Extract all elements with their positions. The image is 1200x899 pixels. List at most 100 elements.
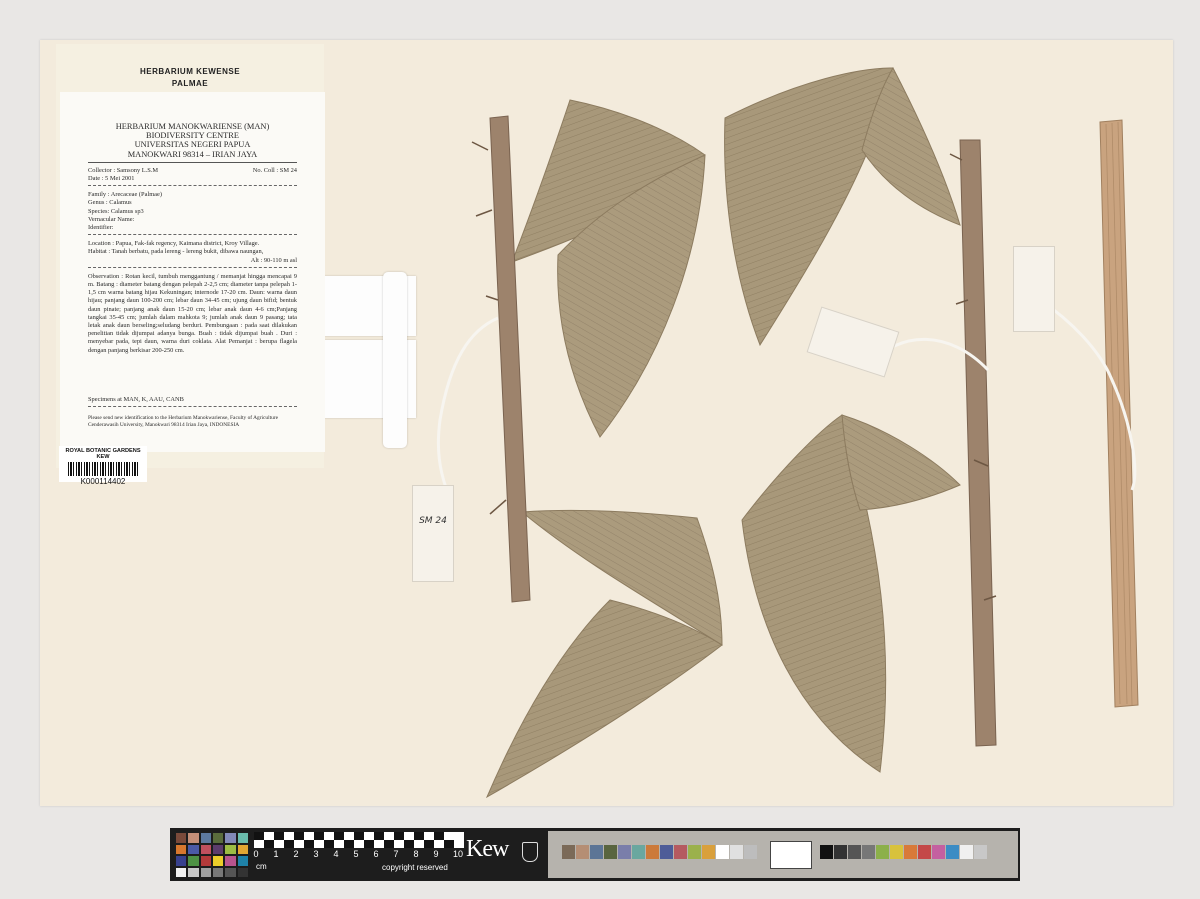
leaf-lower-left-blade [485, 599, 723, 799]
collection-number: No. Coll : SM 24 [252, 166, 297, 174]
gray-step-row [820, 845, 988, 859]
color-patch [876, 845, 889, 859]
color-chip [200, 867, 211, 877]
color-patch [932, 845, 945, 859]
specimens-at: Specimens at MAN, K, AAU, CANB [88, 395, 184, 403]
color-patch [946, 845, 959, 859]
ruler-number: 6 [373, 849, 379, 859]
kew-label-line1: HERBARIUM KEWENSE [139, 67, 241, 76]
divider [88, 406, 297, 408]
identification-note: Please send new identification to the He… [88, 415, 278, 428]
divider [88, 266, 297, 268]
color-patch [890, 845, 903, 859]
color-patch-row [562, 845, 758, 859]
ruler-number: 7 [393, 849, 399, 859]
collection-label: HERBARIUM MANOKWARIENSE (MAN) BIODIVERSI… [60, 92, 325, 452]
color-patch [702, 845, 715, 859]
color-chip [200, 833, 211, 843]
stem-left [489, 115, 531, 603]
color-patch [688, 845, 701, 859]
family: Family : Arecaceae (Palmae) [88, 191, 162, 199]
header-line: BIODIVERSITY CENTRE [146, 131, 239, 141]
color-chip [225, 867, 236, 877]
color-chip [176, 867, 187, 877]
registration-target [770, 841, 812, 869]
color-chip [225, 833, 236, 843]
color-patch [660, 845, 673, 859]
color-chip [200, 856, 211, 866]
color-patch [918, 845, 931, 859]
color-chip [176, 844, 187, 854]
observation: Observation : Rotan kecil, tumbuh mengga… [88, 272, 297, 354]
color-patch [618, 845, 631, 859]
color-chip [176, 856, 187, 866]
header-line: UNIVERSITAS NEGERI PAPUA [134, 140, 251, 150]
cane-right [1099, 119, 1139, 708]
color-patch [646, 845, 659, 859]
color-chip [188, 856, 199, 866]
color-chip [176, 833, 187, 843]
color-chip [225, 844, 236, 854]
color-chip [188, 844, 199, 854]
leaf-upper-right [724, 67, 894, 347]
stem-right [959, 139, 997, 747]
barcode-institution: ROYAL BOTANIC GARDENS KEW [65, 448, 141, 460]
divider [88, 234, 297, 236]
ruler-unit: cm [256, 862, 267, 871]
color-patch [604, 845, 617, 859]
locality-block: Location : Papua, Fak-fak regency, Kaima… [60, 240, 325, 265]
collection-label-header: HERBARIUM MANOKWARIENSE (MAN) BIODIVERSI… [88, 92, 297, 163]
color-chip [225, 856, 236, 866]
color-chip [212, 833, 224, 843]
fragment-capsule-strip [383, 272, 407, 448]
crest-icon [522, 842, 538, 862]
ruler-number: 4 [333, 849, 339, 859]
barcode-number: K000114402 [80, 477, 126, 486]
color-scale-bar: 0 1 2 3 4 5 6 7 8 9 10 cm copyright rese… [170, 828, 1020, 881]
header-line: MANOKWARI 98314 – IRIAN JAYA [127, 149, 258, 159]
color-patch [576, 845, 589, 859]
identifier: Identifier: [88, 224, 114, 232]
kew-logo: Kew [466, 836, 509, 862]
gray-step [862, 845, 875, 859]
collector: Collector : Samsony L.S.M [88, 166, 159, 174]
barcode-label: ROYAL BOTANIC GARDENS KEW K000114402 [59, 446, 147, 486]
altitude: Alt : 90-110 m asl [250, 256, 297, 264]
color-patch [974, 845, 987, 859]
color-chip [237, 833, 248, 843]
divider [88, 185, 297, 187]
vernacular-name: Vernacular Name: [88, 215, 135, 223]
kew-label-line2: PALMAE [171, 79, 209, 88]
ruler-number: 3 [313, 849, 319, 859]
collection-date: Date : 5 Mei 2001 [88, 175, 135, 183]
color-patch [730, 845, 743, 859]
gray-step [834, 845, 847, 859]
barcode-icon [68, 462, 138, 476]
color-patch [562, 845, 575, 859]
tag-string-left [436, 316, 499, 489]
color-chip [188, 833, 199, 843]
gray-step [820, 845, 833, 859]
color-patch [960, 845, 973, 859]
color-chip [237, 844, 248, 854]
ruler-number: 10 [453, 849, 464, 859]
color-patch [674, 845, 687, 859]
header-line: HERBARIUM MANOKWARIENSE (MAN) [115, 122, 270, 131]
ruler-number: 1 [273, 849, 279, 859]
ruler-number: 8 [413, 849, 419, 859]
location: Location : Papua, Fak-fak regency, Kaima… [88, 240, 260, 248]
species: Species: Calamus sp3 [88, 207, 144, 215]
leaf-lower-right-tip [841, 414, 961, 511]
kew-label-heading: HERBARIUM KEWENSE PALMAE [56, 66, 324, 90]
field-tag-text: SM 24 [419, 516, 447, 526]
color-chart [176, 833, 248, 877]
taxonomy-block: Family : Arecaceae (Palmae) Genus : Cala… [60, 191, 325, 232]
color-patch [590, 845, 603, 859]
ruler-number: 9 [433, 849, 439, 859]
ruler-number: 0 [253, 849, 259, 859]
color-patch [904, 845, 917, 859]
color-chip [237, 867, 248, 877]
field-tag-right [1013, 246, 1055, 332]
collector-row: Collector : Samsony L.S.M No. Coll : SM … [60, 167, 325, 175]
habitat: Habitat : Tanah berbatu, pada lereng - l… [88, 248, 264, 256]
